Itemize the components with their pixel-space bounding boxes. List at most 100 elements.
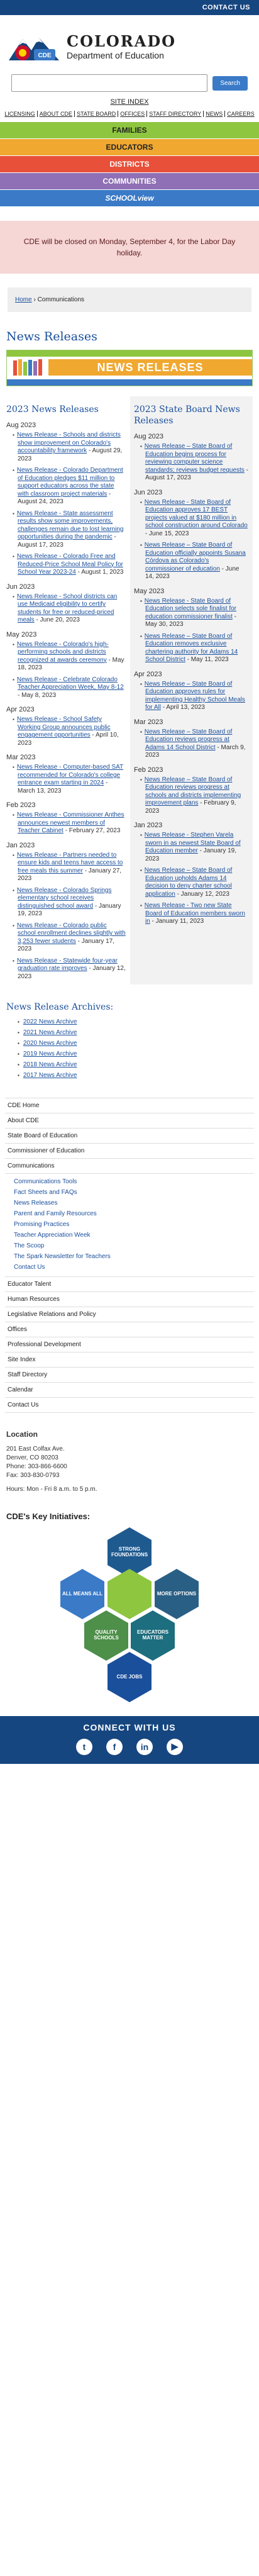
site-menu-item[interactable]: Commissioner of Education bbox=[5, 1144, 254, 1159]
news-releases-list: Aug 2023 News Release - Schools and distr… bbox=[6, 421, 126, 981]
submenu-item[interactable]: The Spark Newsletter for Teachers bbox=[14, 1251, 254, 1262]
site-menu-item[interactable]: Contact Us bbox=[5, 1398, 254, 1413]
archive-link[interactable]: 2017 News Archive bbox=[23, 1072, 77, 1079]
cde-jobs-hex[interactable]: CDE JOBS bbox=[107, 1651, 152, 1702]
site-index: SITE INDEX bbox=[0, 98, 259, 106]
list-item: News Release – State Board of Education … bbox=[140, 542, 249, 581]
list-item: News Release - Colorado Free and Reduced… bbox=[13, 553, 126, 577]
about-cde-link[interactable]: ABOUT CDE bbox=[38, 111, 75, 117]
release-list: News Release - Colorado's high-performin… bbox=[6, 641, 126, 700]
contact-us-link[interactable]: CONTACT US bbox=[202, 4, 250, 11]
more-options-hex[interactable]: MORE OPTIONS bbox=[155, 1568, 199, 1619]
site-menu-item[interactable]: Communications bbox=[5, 1159, 254, 1174]
offices-link[interactable]: OFFICES bbox=[118, 111, 148, 117]
search-button[interactable]: Search bbox=[212, 75, 248, 91]
release-list: News Release – State Board of Education … bbox=[134, 681, 249, 712]
breadcrumb-home[interactable]: Home bbox=[15, 296, 32, 303]
key-initiatives: CDE's Key Initiatives: STRONG FOUNDATION… bbox=[6, 1512, 253, 1703]
top-utility-bar: CONTACT US bbox=[0, 0, 259, 15]
list-item: News Release – State Board of Education … bbox=[140, 633, 249, 664]
site-menu-item[interactable]: Staff Directory bbox=[5, 1368, 254, 1383]
quality-schools-hex[interactable]: QUALITY SCHOOLS bbox=[84, 1610, 128, 1661]
site-menu-item[interactable]: Educator Talent bbox=[5, 1277, 254, 1293]
nav-educators[interactable]: EDUCATORS bbox=[0, 139, 259, 156]
archive-link[interactable]: 2021 News Archive bbox=[23, 1029, 77, 1036]
all-means-all-hex[interactable]: ALL MEANS ALL bbox=[60, 1568, 104, 1619]
submenu-item[interactable]: Promising Practices bbox=[14, 1219, 254, 1230]
list-item: News Release - State assessment results … bbox=[13, 510, 126, 550]
release-list: News Release - State Board of Education … bbox=[134, 499, 249, 581]
youtube-icon[interactable]: ▶ bbox=[167, 1738, 183, 1755]
list-item: News Release – State Board of Education … bbox=[140, 443, 249, 482]
site-menu-item[interactable]: Calendar bbox=[5, 1383, 254, 1398]
release-date: - May 11, 2023 bbox=[185, 656, 229, 664]
state-board-link[interactable]: STATE BOARD bbox=[75, 111, 119, 117]
twitter-icon[interactable]: t bbox=[76, 1738, 92, 1755]
list-item: News Release - Partners needed to ensure… bbox=[13, 852, 126, 883]
list-item: News Release - School Safety Working Gro… bbox=[13, 716, 126, 747]
state-board-heading: 2023 State Board News Releases bbox=[133, 404, 240, 427]
list-item: News Release - Celebrate Colorado Teache… bbox=[13, 676, 126, 700]
site-menu-item[interactable]: Professional Development bbox=[5, 1337, 254, 1353]
address-line: 201 East Colfax Ave. bbox=[6, 1445, 65, 1452]
search-input[interactable] bbox=[11, 74, 208, 92]
nav-districts[interactable]: DISTRICTS bbox=[0, 156, 259, 173]
archive-link[interactable]: 2022 News Archive bbox=[23, 1018, 77, 1025]
news-link[interactable]: NEWS bbox=[204, 111, 226, 117]
nav-schoolview[interactable]: SCHOOLview bbox=[0, 190, 259, 207]
submenu-item[interactable]: Parent and Family Resources bbox=[14, 1208, 254, 1219]
release-date: - February 27, 2023 bbox=[63, 827, 121, 835]
list-item: News Release - Commissioner Anthes annou… bbox=[13, 811, 126, 835]
news-release-link[interactable]: News Release – State Board of Education … bbox=[145, 443, 245, 474]
site-menu-item[interactable]: Offices bbox=[5, 1322, 254, 1338]
news-release-link[interactable]: News Release - Colorado's high-performin… bbox=[17, 641, 109, 664]
list-item: 2021 News Archive bbox=[18, 1029, 253, 1036]
release-date: - April 13, 2023 bbox=[160, 704, 205, 711]
page-title: News Releases bbox=[6, 330, 97, 343]
release-list: News Release – State Board of Education … bbox=[134, 728, 249, 760]
educators-matter-hex[interactable]: EDUCATORS MATTER bbox=[131, 1610, 175, 1661]
site-menu-item[interactable]: Site Index bbox=[5, 1352, 254, 1368]
month-heading: Feb 2023 bbox=[133, 766, 163, 774]
submenu-item[interactable]: Teacher Appreciation Week bbox=[14, 1230, 254, 1241]
nav-communities[interactable]: COMMUNITIES bbox=[0, 173, 259, 190]
archive-link[interactable]: 2018 News Archive bbox=[23, 1061, 77, 1068]
staff-directory-link[interactable]: STAFF DIRECTORY bbox=[147, 111, 204, 117]
site-menu-item[interactable]: CDE Home bbox=[5, 1098, 254, 1114]
submenu-item[interactable]: News Releases bbox=[14, 1198, 254, 1208]
news-release-link[interactable]: News Release - State Board of Education … bbox=[145, 598, 236, 620]
connect-heading: CONNECT WITH US bbox=[83, 1722, 176, 1732]
archive-link[interactable]: 2019 News Archive bbox=[23, 1051, 77, 1057]
release-list: News Release - Computer-based SAT recomm… bbox=[6, 764, 126, 795]
site-menu-item[interactable]: State Board of Education bbox=[5, 1129, 254, 1144]
colorado-mountain-logo-icon[interactable]: CDE bbox=[9, 29, 59, 63]
submenu-item[interactable]: Communications Tools bbox=[14, 1176, 254, 1187]
site-index-link[interactable]: SITE INDEX bbox=[110, 98, 148, 106]
address-city: Denver, CO 80203 bbox=[6, 1454, 58, 1461]
archive-link[interactable]: 2020 News Archive bbox=[23, 1040, 77, 1047]
month-heading: Mar 2023 bbox=[6, 754, 36, 762]
submenu-item[interactable]: Fact Sheets and FAQs bbox=[14, 1187, 254, 1198]
linkedin-icon[interactable]: in bbox=[136, 1738, 153, 1755]
list-item: News Release - Stephen Varela sworn in a… bbox=[140, 832, 249, 863]
list-item: 2022 News Archive bbox=[18, 1018, 253, 1025]
students-photo-hex bbox=[107, 1568, 152, 1619]
nav-families[interactable]: FAMILIES bbox=[0, 122, 259, 139]
month-heading: Apr 2023 bbox=[6, 706, 35, 714]
careers-link[interactable]: CAREERS bbox=[225, 111, 256, 117]
holiday-alert: CDE will be closed on Monday, September … bbox=[0, 221, 259, 274]
site-menu-item[interactable]: Human Resources bbox=[5, 1292, 254, 1308]
news-release-link[interactable]: News Release - Celebrate Colorado Teache… bbox=[17, 676, 124, 691]
submenu-item[interactable]: Contact Us bbox=[14, 1262, 254, 1273]
submenu-item[interactable]: The Scoop bbox=[14, 1241, 254, 1251]
news-releases-banner: NEWS RELEASES bbox=[6, 350, 253, 386]
news-release-link[interactable]: News Release - State assessment results … bbox=[17, 510, 124, 541]
facebook-icon[interactable]: f bbox=[106, 1738, 123, 1755]
communications-submenu: Communications Tools Fact Sheets and FAQs… bbox=[5, 1174, 254, 1278]
release-date: - May 8, 2023 bbox=[18, 691, 57, 699]
news-release-link[interactable]: News Release - State Board of Education … bbox=[145, 499, 248, 530]
list-item: News Release – State Board of Education … bbox=[140, 776, 249, 816]
site-menu-item[interactable]: Legislative Relations and Policy bbox=[5, 1307, 254, 1323]
site-menu-item[interactable]: About CDE bbox=[5, 1113, 254, 1129]
licensing-link[interactable]: LICENSING bbox=[3, 111, 38, 117]
